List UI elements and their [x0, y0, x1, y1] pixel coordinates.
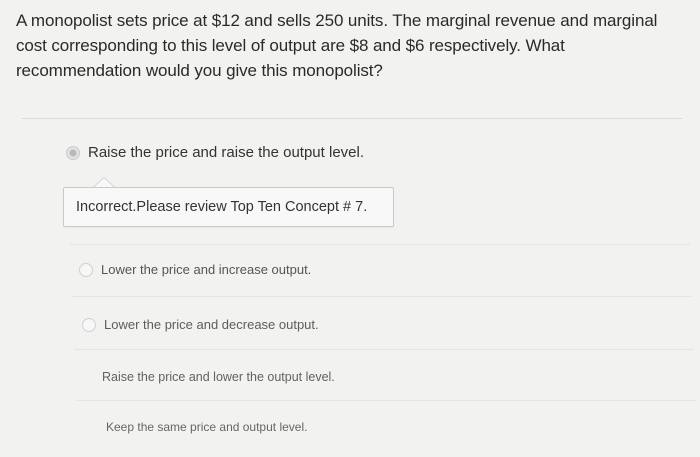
option-label: Raise the price and raise the output lev… [88, 144, 364, 161]
question-divider [22, 118, 682, 119]
option-divider [76, 400, 696, 401]
feedback-text: Incorrect.Please review Top Ten Concept … [76, 199, 368, 215]
answer-option-4[interactable]: Raise the price and lower the output lev… [102, 370, 335, 384]
answer-option-1[interactable]: Raise the price and raise the output lev… [66, 144, 364, 161]
feedback-box: Incorrect.Please review Top Ten Concept … [63, 187, 394, 227]
radio-icon[interactable] [79, 262, 93, 277]
option-label: Keep the same price and output level. [106, 420, 308, 434]
answer-option-2[interactable]: Lower the price and increase output. [79, 262, 311, 277]
option-label: Lower the price and increase output. [101, 262, 312, 277]
answer-option-5[interactable]: Keep the same price and output level. [106, 420, 307, 434]
answer-option-3[interactable]: Lower the price and decrease output. [82, 317, 319, 332]
radio-selected-icon[interactable] [66, 145, 80, 160]
option-divider [74, 349, 694, 350]
question-text: A monopolist sets price at $12 and sells… [16, 11, 658, 80]
option-label: Raise the price and lower the output lev… [102, 370, 335, 384]
radio-icon[interactable] [82, 317, 96, 332]
option-divider [72, 296, 692, 297]
option-divider [70, 244, 690, 245]
option-label: Lower the price and decrease output. [104, 317, 319, 332]
